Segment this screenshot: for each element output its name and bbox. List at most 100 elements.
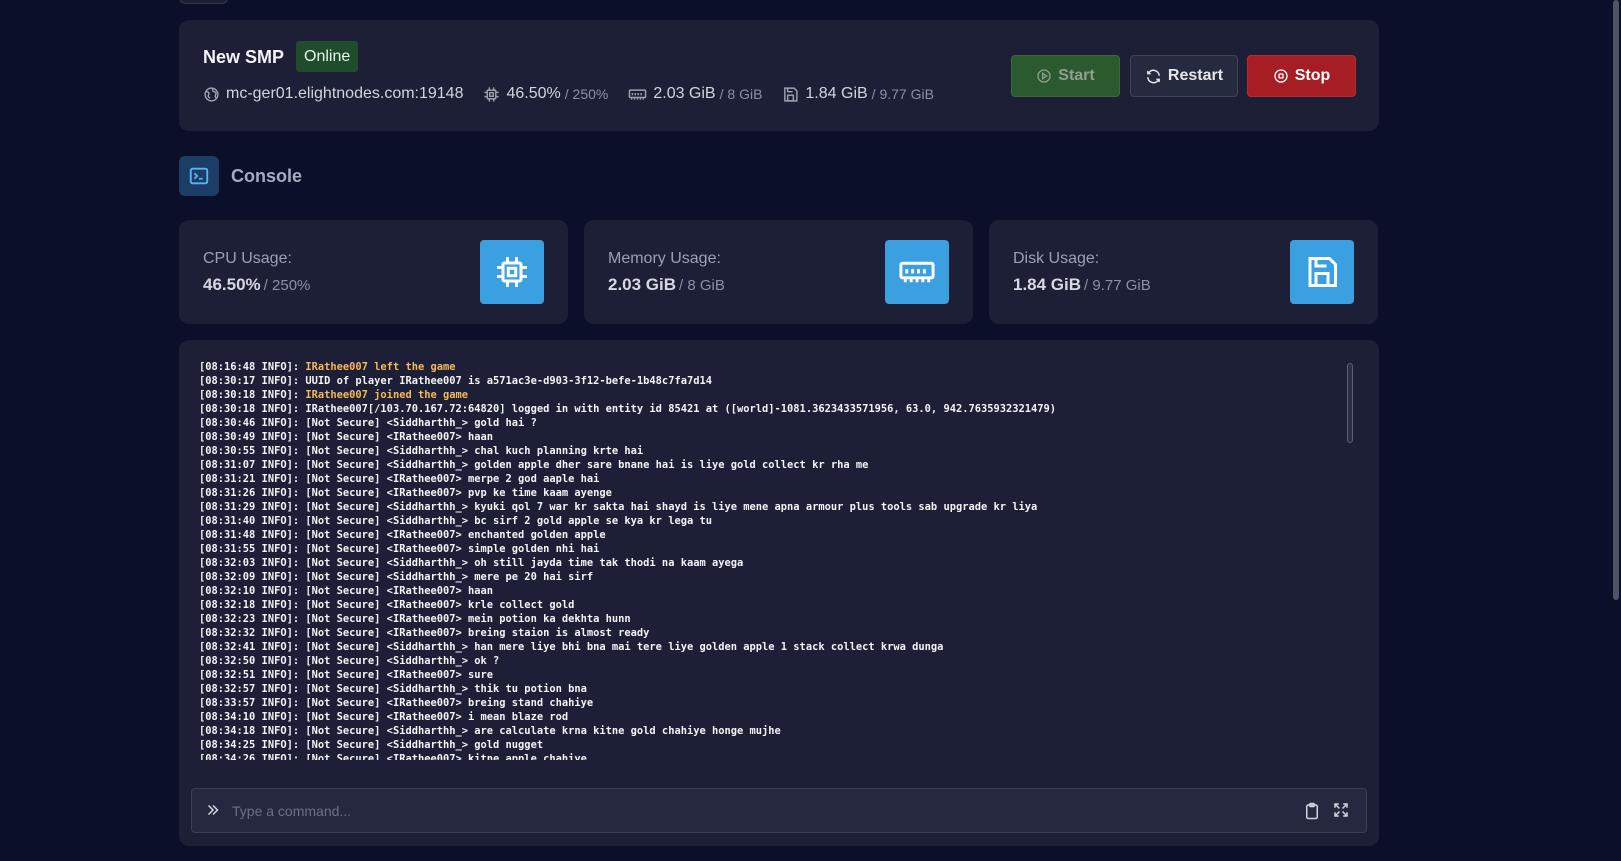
console-line: [08:32:09 INFO]: [Not Secure] <Siddharth…: [199, 570, 1319, 584]
console-line-timestamp: [08:30:46 INFO]:: [199, 417, 306, 429]
console-icon-box: [179, 156, 219, 196]
console-line: [08:34:18 INFO]: [Not Secure] <Siddharth…: [199, 724, 1319, 738]
disk-usage-value: 1.84 GiB/ 9.77 GiB: [1013, 275, 1151, 295]
console-line: [08:30:49 INFO]: [Not Secure] <IRathee00…: [199, 430, 1319, 444]
console-line-message: [Not Secure] <Siddharthh_> ok ?: [305, 655, 500, 667]
disk-value: 1.84 GiB: [805, 85, 868, 102]
console-line-message: IRathee007 joined the game: [305, 389, 469, 401]
console-line-message: [Not Secure] <Siddharthh_> are calculate…: [305, 725, 781, 737]
console-line-message: [Not Secure] <Siddharthh_> thik tu potio…: [305, 683, 587, 695]
console-line-timestamp: [08:16:48 INFO]:: [199, 361, 306, 373]
play-icon: [1037, 69, 1051, 83]
cpu-limit: / 250%: [564, 86, 609, 102]
console-line: [08:30:17 INFO]: UUID of player IRathee0…: [199, 374, 1319, 388]
console-line-timestamp: [08:32:23 INFO]:: [199, 613, 306, 625]
console-line-message: [Not Secure] <IRathee007> simple golden …: [305, 543, 600, 555]
start-button[interactable]: Start: [1011, 55, 1120, 97]
console-line-timestamp: [08:32:32 INFO]:: [199, 627, 306, 639]
console-line-message: [Not Secure] <IRathee007> i mean blaze r…: [305, 711, 569, 723]
server-name: New SMP: [203, 47, 285, 67]
console-line: [08:30:18 INFO]: IRathee007[/103.70.167.…: [199, 402, 1319, 416]
expand-icon[interactable]: [1332, 801, 1350, 819]
console-line-message: [Not Secure] <IRathee007> mein potion ka…: [305, 613, 631, 625]
console-line: [08:31:26 INFO]: [Not Secure] <IRathee00…: [199, 486, 1319, 500]
console-line-timestamp: [08:32:09 INFO]:: [199, 571, 306, 583]
console-line-timestamp: [08:31:29 INFO]:: [199, 501, 306, 513]
console-line: [08:32:41 INFO]: [Not Secure] <Siddharth…: [199, 640, 1319, 654]
console-line-message: [Not Secure] <Siddharthh_> chal kuch pla…: [305, 445, 644, 457]
console-line-timestamp: [08:34:10 INFO]:: [199, 711, 306, 723]
console-line: [08:31:29 INFO]: [Not Secure] <Siddharth…: [199, 500, 1319, 514]
disk-usage-label: Disk Usage:: [1013, 250, 1100, 267]
console-line-timestamp: [08:32:50 INFO]:: [199, 655, 306, 667]
console-line-timestamp: [08:31:55 INFO]:: [199, 543, 306, 555]
refresh-icon: [1147, 69, 1160, 83]
command-bar: [191, 788, 1367, 833]
console-line-message: [Not Secure] <IRathee007> breing stand c…: [305, 697, 594, 709]
address-stat: mc-ger01.elightnodes.com:19148: [203, 85, 463, 103]
console-line-timestamp: [08:30:18 INFO]:: [199, 389, 306, 401]
console-line-timestamp: [08:34:18 INFO]:: [199, 725, 306, 737]
console-line: [08:30:55 INFO]: [Not Secure] <Siddharth…: [199, 444, 1319, 458]
page-scrollbar[interactable]: [1613, 0, 1619, 600]
console-line-timestamp: [08:33:57 INFO]:: [199, 697, 306, 709]
command-input[interactable]: [232, 799, 1282, 823]
memory-icon: [629, 88, 647, 100]
console-line-message: [Not Secure] <IRathee007> enchanted gold…: [305, 529, 606, 541]
console-line: [08:32:32 INFO]: [Not Secure] <IRathee00…: [199, 626, 1319, 640]
console-line-timestamp: [08:31:21 INFO]:: [199, 473, 306, 485]
console-scrollbar[interactable]: [1347, 363, 1353, 443]
disk-stat: 1.84 GiB / 9.77 GiB: [782, 85, 934, 103]
console-line-message: [Not Secure] <IRathee007> kitne apple ch…: [305, 753, 587, 760]
console-line-timestamp: [08:32:18 INFO]:: [199, 599, 306, 611]
console-line-timestamp: [08:34:26 INFO]:: [199, 753, 306, 760]
stop-icon: [1274, 69, 1288, 83]
restart-label: Restart: [1167, 67, 1224, 84]
console-title: Console: [231, 166, 303, 186]
console-line: [08:31:48 INFO]: [Not Secure] <IRathee00…: [199, 528, 1319, 542]
console-line-timestamp: [08:32:10 INFO]:: [199, 585, 306, 597]
cpu-usage-card: CPU Usage: 46.50%/ 250%: [179, 220, 568, 324]
memory-usage-number: 2.03 GiB: [608, 275, 677, 294]
start-label: Start: [1058, 67, 1095, 84]
server-address[interactable]: mc-ger01.elightnodes.com:19148: [226, 85, 463, 103]
console-line-timestamp: [08:32:41 INFO]:: [199, 641, 306, 653]
stop-button[interactable]: Stop: [1247, 55, 1356, 97]
console-line: [08:31:21 INFO]: [Not Secure] <IRathee00…: [199, 472, 1319, 486]
console-line-message: [Not Secure] <IRathee007> krle collect g…: [305, 599, 575, 611]
disk-usage-limit: / 9.77 GiB: [1084, 277, 1151, 294]
clipboard-icon[interactable]: [1303, 801, 1321, 821]
console-line-message: [Not Secure] <Siddharthh_> kyuki qol 7 w…: [305, 501, 1038, 513]
console-line-timestamp: [08:30:17 INFO]:: [199, 375, 306, 387]
memory-usage-icon-box: [885, 240, 949, 304]
memory-value: 2.03 GiB: [653, 85, 716, 102]
console-log[interactable]: [08:16:48 INFO]: IRathee007 left the gam…: [199, 360, 1319, 760]
console-line-message: [Not Secure] <Siddharthh_> oh still jayd…: [305, 557, 744, 569]
console-line-timestamp: [08:34:25 INFO]:: [199, 739, 306, 751]
cpu-usage-limit: / 250%: [263, 277, 311, 294]
stop-label: Stop: [1294, 67, 1331, 84]
console-panel: [08:16:48 INFO]: IRathee007 left the gam…: [179, 340, 1379, 846]
disk-limit: / 9.77 GiB: [871, 86, 934, 102]
restart-button[interactable]: Restart: [1130, 55, 1238, 97]
console-line-timestamp: [08:31:26 INFO]:: [199, 487, 306, 499]
globe-icon: [204, 86, 219, 102]
cpu-usage-value: 46.50%/ 250%: [203, 275, 310, 295]
console-line-message: [Not Secure] <Siddharthh_> golden apple …: [305, 459, 869, 471]
console-line-message: [Not Secure] <IRathee007> breing staion …: [305, 627, 650, 639]
console-line-message: IRathee007[/103.70.167.72:64820] logged …: [305, 403, 1057, 415]
console-line: [08:16:48 INFO]: IRathee007 left the gam…: [199, 360, 1319, 374]
console-line: [08:31:40 INFO]: [Not Secure] <Siddharth…: [199, 514, 1319, 528]
memory-icon: [899, 261, 935, 283]
console-line: [08:34:25 INFO]: [Not Secure] <Siddharth…: [199, 738, 1319, 752]
console-line-timestamp: [08:31:07 INFO]:: [199, 459, 306, 471]
console-line: [08:31:07 INFO]: [Not Secure] <Siddharth…: [199, 458, 1319, 472]
console-line-timestamp: [08:30:55 INFO]:: [199, 445, 306, 457]
console-line-timestamp: [08:30:49 INFO]:: [199, 431, 306, 443]
console-line-timestamp: [08:32:51 INFO]:: [199, 669, 306, 681]
memory-usage-card: Memory Usage: 2.03 GiB/ 8 GiB: [584, 220, 973, 324]
memory-usage-label: Memory Usage:: [608, 250, 721, 267]
console-line-message: [Not Secure] <Siddharthh_> gold hai ?: [305, 417, 537, 429]
console-line: [08:33:57 INFO]: [Not Secure] <IRathee00…: [199, 696, 1319, 710]
console-line: [08:32:10 INFO]: [Not Secure] <IRathee00…: [199, 584, 1319, 598]
